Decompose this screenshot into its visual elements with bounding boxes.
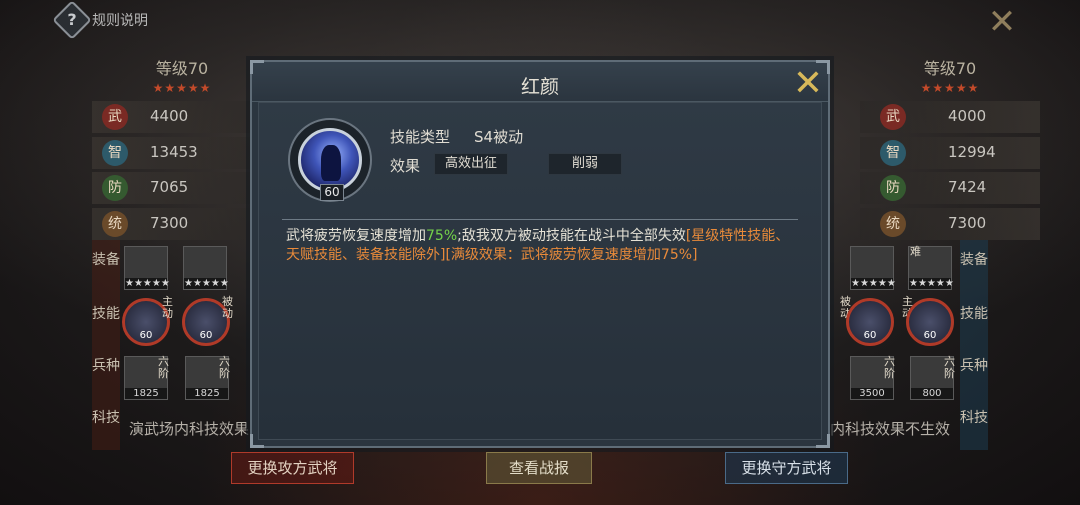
troop-count: 1825	[125, 388, 167, 399]
troop-count: 800	[911, 388, 953, 399]
troop-tier-tag: 六阶	[158, 355, 169, 380]
stat-row-intellect: 智 12994	[860, 136, 1040, 169]
command-icon: 统	[880, 210, 906, 237]
equipment-slot[interactable]: ★★★★★	[183, 246, 229, 290]
equipment-stars: ★★★★★	[909, 278, 954, 289]
stat-value: 4000	[948, 107, 987, 125]
stat-row-defense: 防 7424	[860, 172, 1040, 204]
skill-level: 60	[923, 330, 937, 341]
skill-description: 武将疲劳恢复速度增加75%;敌我双方被动技能在战斗中全部失效[星级特性技能、天赋…	[286, 227, 798, 265]
equipment-stars: ★★★★★	[125, 278, 170, 289]
desc-text: 武将疲劳恢复速度增加	[286, 228, 426, 244]
change-attacker-button[interactable]: 更换攻方武将	[231, 452, 354, 484]
stat-row-force: 武 4000	[860, 101, 1040, 133]
label-troops: 兵种	[960, 358, 988, 374]
skill-slot[interactable]: 60	[846, 298, 894, 346]
change-defender-button[interactable]: 更换守方武将	[725, 452, 848, 484]
skill-type-label: 技能类型	[390, 128, 451, 146]
stat-value: 7300	[948, 213, 987, 232]
skill-detail-modal: 红颜 ✕ 60 技能类型 S4被动 效果 高效出征 削弱 武将疲劳恢复速度增加7…	[250, 60, 830, 448]
troop-tier-tag: 六阶	[884, 355, 895, 380]
stat-value: 7424	[948, 178, 987, 196]
stat-value: 13453	[150, 142, 198, 161]
modal-close-icon[interactable]: ✕	[790, 66, 826, 102]
corner-ornament	[250, 434, 264, 448]
skill-level: 60	[863, 330, 877, 341]
attacker-stats-panel: 等级70 ★★★★★ 武 4400 智 13453 防 7065 统 7300	[92, 55, 272, 243]
effect-tag: 削弱	[548, 153, 622, 175]
intellect-icon: 智	[102, 139, 128, 166]
skill-icon-frame: 60	[288, 118, 372, 202]
stat-row-force: 武 4400	[92, 101, 272, 133]
effect-tag: 高效出征	[434, 153, 508, 175]
stat-row-defense: 防 7065	[92, 172, 272, 204]
skill-tag: 主动	[162, 295, 173, 320]
troop-tier-tag: 六阶	[219, 355, 230, 380]
warrior-figure-icon	[321, 145, 341, 181]
divider	[282, 219, 798, 220]
equipment-stars: ★★★★★	[184, 278, 229, 289]
label-equipment: 装备	[960, 252, 988, 268]
modal-title-bar: 红颜	[252, 62, 828, 102]
question-icon: ?	[67, 10, 77, 29]
force-icon: 武	[880, 104, 906, 130]
attacker-level: 等级70	[155, 59, 209, 78]
stat-value: 4400	[150, 107, 189, 125]
label-tech: 科技	[92, 410, 120, 426]
defense-icon: 防	[102, 175, 128, 201]
troop-count: 3500	[851, 388, 893, 399]
view-battle-report-button[interactable]: 查看战报	[486, 452, 592, 484]
intellect-icon: 智	[880, 139, 906, 166]
skill-level: 60	[199, 330, 213, 341]
stat-value: 7300	[150, 213, 189, 232]
equipment-slot[interactable]: ★★★★★	[850, 246, 896, 290]
stat-row-intellect: 智 13453	[92, 136, 272, 169]
stat-row-command: 统 7300	[92, 207, 272, 240]
label-equipment: 装备	[92, 252, 120, 268]
skill-level: 60	[139, 330, 153, 341]
defender-stats-panel: 等级70 ★★★★★ 武 4000 智 12994 防 7424 统 7300	[860, 55, 1040, 243]
equipment-slot[interactable]: ★★★★★	[124, 246, 170, 290]
skill-type-value: S4被动	[474, 128, 524, 146]
command-icon: 统	[102, 210, 128, 237]
label-skills: 技能	[960, 306, 988, 322]
skill-slot[interactable]: 60	[906, 298, 954, 346]
force-icon: 武	[102, 104, 128, 130]
stat-value: 12994	[948, 142, 996, 161]
close-icon[interactable]: ✕	[985, 5, 1019, 39]
defender-stars: ★★★★★	[920, 81, 980, 95]
equipment-stars: ★★★★★	[851, 278, 896, 289]
label-troops: 兵种	[92, 358, 120, 374]
desc-text: ;敌我双方被动技能在战斗中全部失效	[457, 228, 686, 244]
skill-tag: 被动	[222, 295, 233, 320]
effect-label: 效果	[390, 157, 421, 175]
troop-tier-tag: 六阶	[944, 355, 955, 380]
troop-count: 1825	[186, 388, 228, 399]
rules-label[interactable]: 规则说明	[92, 10, 148, 30]
defender-level: 等级70	[923, 59, 977, 78]
corner-ornament	[250, 60, 264, 74]
tech-text: 内科技效果不生效	[830, 420, 951, 438]
label-tech: 科技	[960, 410, 988, 426]
corner-ornament	[816, 434, 830, 448]
stat-value: 7065	[150, 178, 189, 196]
stat-row-command: 统 7300	[860, 207, 1040, 240]
equipment-tag: 难	[910, 245, 921, 258]
label-skills: 技能	[92, 306, 120, 322]
defense-icon: 防	[880, 175, 906, 201]
attacker-stars: ★★★★★	[152, 81, 212, 95]
skill-level-badge: 60	[320, 184, 344, 201]
tech-text: 演武场内科技效果	[129, 420, 249, 438]
desc-highlight-value: 75%	[426, 228, 458, 244]
skill-portrait-icon	[298, 128, 362, 192]
modal-title: 红颜	[520, 76, 559, 98]
